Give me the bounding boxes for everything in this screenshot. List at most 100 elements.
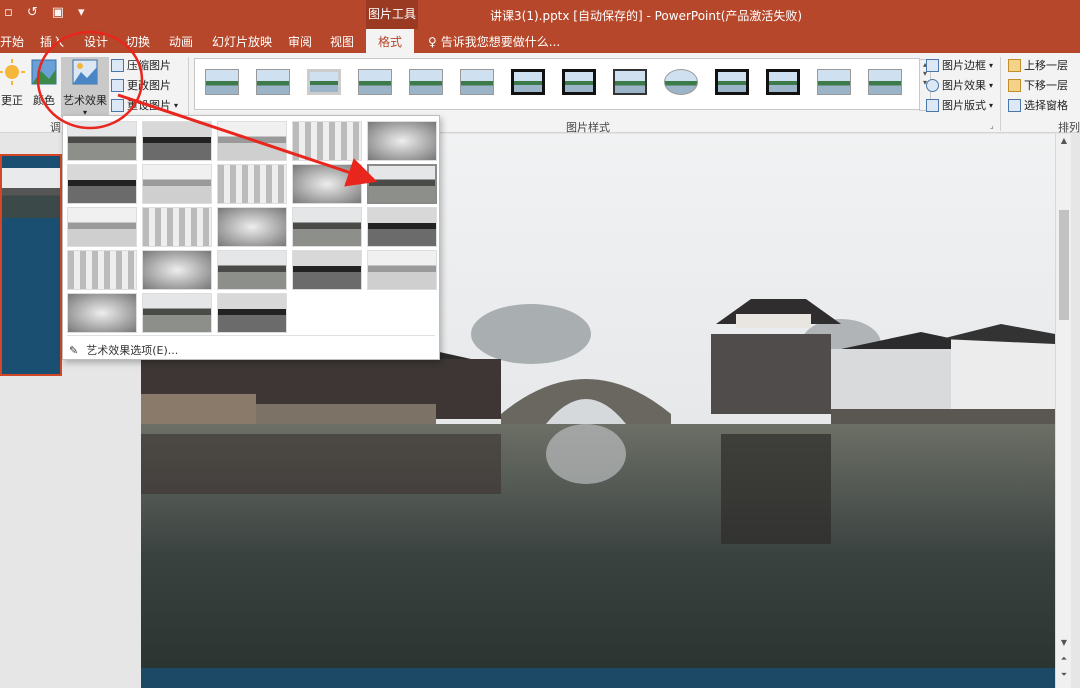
customize-qat-icon[interactable]: ▾ [78, 5, 85, 20]
tab-format[interactable]: 格式 [366, 29, 415, 53]
dialog-launcher-icon[interactable]: ⌟ [990, 121, 994, 130]
picture-style-thumb[interactable] [460, 69, 494, 95]
picture-border-button[interactable]: 图片边框 ▾ [926, 57, 993, 73]
tab-animations[interactable]: 动画 [169, 33, 193, 50]
artistic-effect-thumb[interactable] [217, 164, 287, 204]
color-button[interactable]: 颜色 [28, 57, 60, 108]
title-bar: ▫ ↺ ▣ ▾ 图片工具 讲课3(1).pptx [自动保存的] - Power… [0, 0, 1080, 29]
picture-style-thumb[interactable] [817, 69, 851, 95]
brush-icon: ✎ [69, 343, 79, 357]
send-backward-label: 下移一层 [1024, 79, 1068, 92]
picture-styles-gallery[interactable]: ▴ ▾ ▾ [194, 58, 931, 111]
picture-style-thumb[interactable] [307, 69, 341, 95]
picture-style-thumb[interactable] [766, 69, 800, 95]
artistic-effect-thumb[interactable] [142, 164, 212, 204]
picture-tools-context: 图片工具 [366, 0, 418, 29]
picture-style-thumb[interactable] [256, 69, 290, 95]
artistic-effect-thumb[interactable] [292, 207, 362, 247]
bring-forward-button[interactable]: 上移一层 [1008, 57, 1068, 73]
change-picture-icon [111, 78, 124, 92]
layout-icon [926, 98, 939, 112]
artistic-effect-thumb[interactable] [367, 250, 437, 290]
sun-icon [0, 59, 25, 85]
picture-style-thumb[interactable] [613, 69, 647, 95]
artistic-effect-thumb[interactable] [67, 293, 137, 333]
reset-picture-label: 重设图片 [127, 99, 171, 112]
save-icon[interactable]: ▫ [4, 5, 13, 20]
change-picture-button[interactable]: 更改图片 [111, 77, 171, 93]
bring-forward-icon [1008, 58, 1021, 72]
artistic-effects-label: 艺术效果 [63, 94, 107, 107]
artistic-effect-thumb[interactable] [67, 207, 137, 247]
artistic-effects-icon [72, 59, 98, 85]
artistic-effect-thumb[interactable] [292, 164, 362, 204]
send-backward-icon [1008, 78, 1021, 92]
chevron-down-icon: ▾ [989, 60, 994, 70]
slide-thumbnail[interactable] [0, 154, 62, 376]
artistic-effect-thumb[interactable] [367, 121, 437, 161]
artistic-effect-thumb[interactable] [217, 121, 287, 161]
effects-icon [926, 78, 939, 92]
chevron-down-icon: ▾ [989, 100, 994, 110]
tab-design[interactable]: 设计 [84, 33, 108, 50]
artistic-effects-button[interactable]: 艺术效果 ▾ [61, 57, 109, 117]
ribbon-tabs: 开始 插入 设计 切换 动画 幻灯片放映 审阅 视图 格式 ♀ 告诉我您想要做什… [0, 29, 1080, 53]
color-label: 颜色 [33, 94, 55, 107]
reset-picture-icon [111, 98, 124, 112]
picture-layout-button[interactable]: 图片版式 ▾ [926, 97, 993, 113]
artistic-effect-thumb[interactable] [367, 164, 437, 204]
artistic-effect-thumb[interactable] [142, 293, 212, 333]
scrollbar-thumb[interactable] [1059, 210, 1069, 320]
artistic-effect-thumb[interactable] [217, 293, 287, 333]
reset-picture-button[interactable]: 重设图片 ▾ [111, 97, 178, 113]
picture-style-thumb[interactable] [511, 69, 545, 95]
present-icon[interactable]: ▣ [52, 5, 64, 20]
artistic-effects-menu: ✎ 艺术效果选项(E)... [62, 115, 440, 360]
next-slide-icon[interactable]: ⏷ [1056, 670, 1072, 680]
scroll-up-icon[interactable]: ▲ [1056, 136, 1072, 145]
tab-review[interactable]: 审阅 [288, 33, 312, 50]
tell-me-search[interactable]: ♀ 告诉我您想要做什么... [428, 33, 560, 50]
artistic-effect-thumb[interactable] [292, 121, 362, 161]
artistic-effect-thumb[interactable] [67, 164, 137, 204]
tab-slideshow[interactable]: 幻灯片放映 [212, 33, 272, 50]
tab-home[interactable]: 开始 [0, 33, 24, 50]
chevron-down-icon: ▾ [174, 100, 179, 110]
compress-pictures-button[interactable]: 压缩图片 [111, 57, 171, 73]
artistic-effect-thumb[interactable] [142, 121, 212, 161]
undo-icon[interactable]: ↺ [27, 5, 38, 20]
tab-transitions[interactable]: 切换 [126, 33, 150, 50]
corrections-button[interactable]: 更正 [0, 57, 30, 108]
send-backward-button[interactable]: 下移一层 [1008, 77, 1068, 93]
picture-style-thumb[interactable] [868, 69, 902, 95]
tab-insert[interactable]: 插入 [40, 33, 64, 50]
artistic-effect-thumb[interactable] [67, 121, 137, 161]
scroll-down-icon[interactable]: ▼ [1056, 638, 1072, 647]
window-title: 讲课3(1).pptx [自动保存的] - PowerPoint(产品激活失败) [490, 9, 803, 23]
picture-effects-label: 图片效果 [942, 79, 986, 92]
artistic-effects-options-label: 艺术效果选项(E)... [86, 344, 179, 357]
tab-view[interactable]: 视图 [330, 33, 354, 50]
thumbnail-picture [2, 168, 60, 218]
artistic-effect-thumb[interactable] [217, 250, 287, 290]
vertical-scrollbar[interactable]: ▲ ▼ ⏶ ⏷ [1055, 134, 1071, 688]
group-divider [1000, 57, 1001, 131]
artistic-effect-thumb[interactable] [142, 250, 212, 290]
artistic-effect-thumb[interactable] [217, 207, 287, 247]
picture-style-thumb[interactable] [715, 69, 749, 95]
artistic-effect-thumb[interactable] [142, 207, 212, 247]
artistic-effect-thumb[interactable] [367, 207, 437, 247]
selection-pane-button[interactable]: 选择窗格 [1008, 97, 1068, 113]
artistic-effect-thumb[interactable] [67, 250, 137, 290]
picture-style-thumb[interactable] [664, 69, 698, 95]
previous-slide-icon[interactable]: ⏶ [1056, 654, 1072, 664]
picture-color-icon [31, 59, 57, 85]
picture-style-thumb[interactable] [409, 69, 443, 95]
picture-effects-button[interactable]: 图片效果 ▾ [926, 77, 993, 93]
picture-style-thumb[interactable] [205, 69, 239, 95]
corrections-label: 更正 [1, 94, 23, 107]
artistic-effect-thumb[interactable] [292, 250, 362, 290]
picture-style-thumb[interactable] [562, 69, 596, 95]
picture-style-thumb[interactable] [358, 69, 392, 95]
artistic-effects-options-item[interactable]: ✎ 艺术效果选项(E)... [69, 342, 178, 358]
